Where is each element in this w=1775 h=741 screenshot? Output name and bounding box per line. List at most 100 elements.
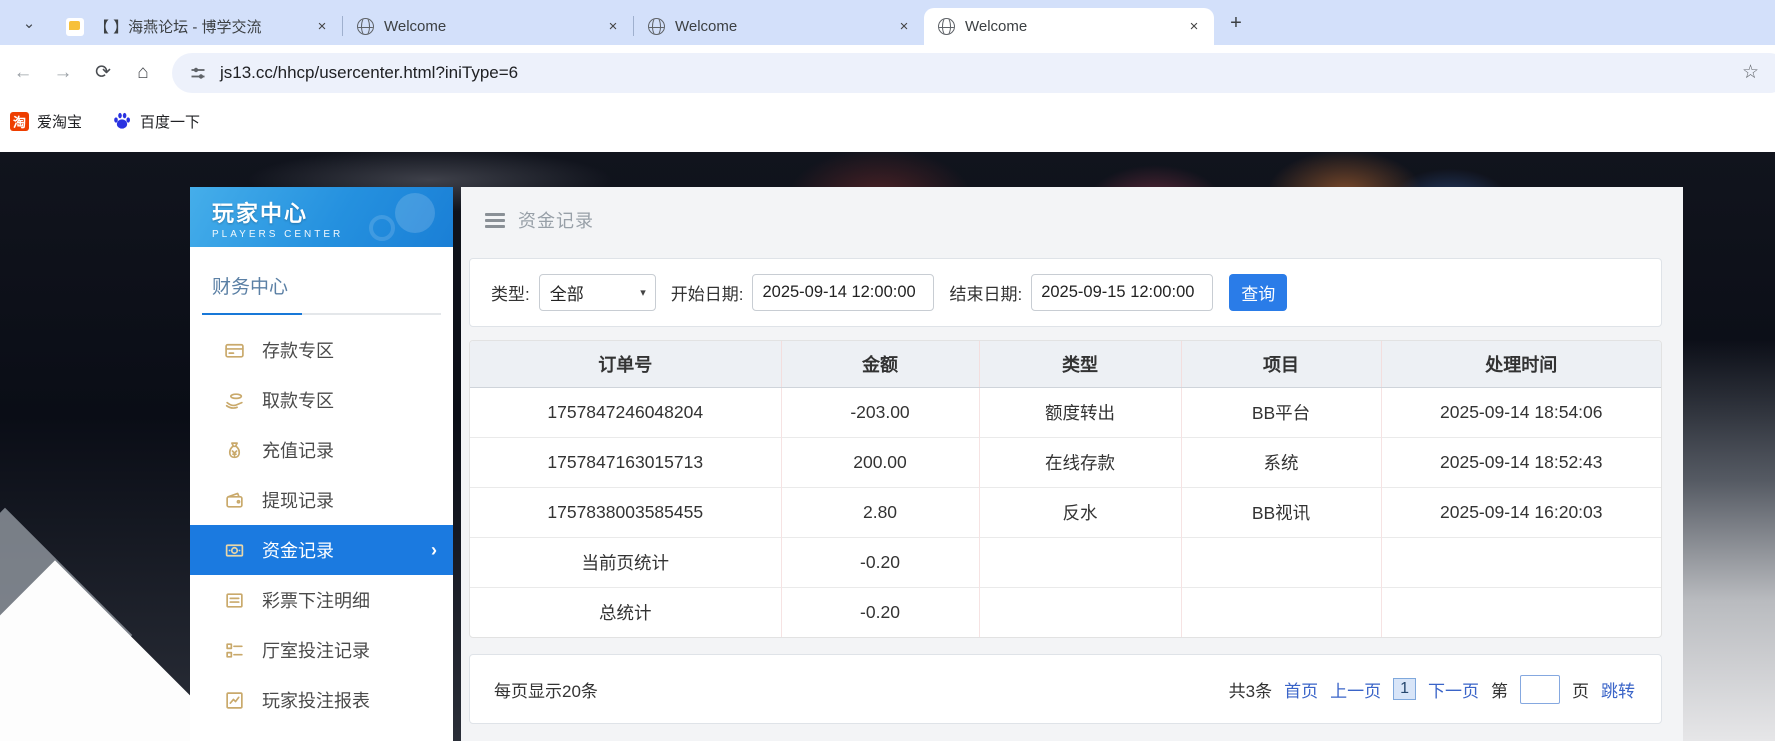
tab-welcome-1[interactable]: Welcome ×: [343, 8, 633, 45]
url-text: js13.cc/hhcp/usercenter.html?iniType=6: [220, 62, 519, 82]
current-page-badge[interactable]: 1: [1393, 678, 1416, 700]
cell-amount: -0.20: [780, 586, 979, 637]
back-arrow-icon: ←: [13, 61, 33, 83]
wallet-icon: [224, 490, 245, 511]
browser-toolbar: ← → ⟳ ⌂ js13.cc/hhcp/usercenter.html?ini…: [0, 45, 1775, 100]
tab-welcome-active[interactable]: Welcome ×: [924, 8, 1214, 45]
table-row-page-total: 当前页统计 -0.20: [470, 536, 1661, 587]
total-count-text: 共3条: [1228, 681, 1273, 701]
cell-project: 系统: [1180, 436, 1381, 487]
site-settings-icon[interactable]: [188, 63, 208, 83]
home-button[interactable]: ⌂: [126, 56, 160, 90]
cell-order-no: 1757847246048204: [470, 386, 781, 437]
bookmark-baidu[interactable]: 百度一下: [112, 108, 200, 134]
sidebar-item-label: 提现记录: [262, 491, 334, 511]
back-button[interactable]: ←: [6, 56, 40, 90]
sidebar-item-promo-apply[interactable]: 优惠申请: [190, 725, 453, 741]
forward-button[interactable]: →: [46, 56, 80, 90]
close-icon[interactable]: ×: [312, 17, 332, 37]
banner-decoration: [369, 215, 395, 241]
filter-bar: 类型: 全部 ▾ 开始日期: 结束日期: 查询: [469, 258, 1662, 327]
reload-icon: ⟳: [95, 62, 111, 83]
first-page-link[interactable]: 首页: [1284, 677, 1318, 702]
jump-link[interactable]: 跳转: [1601, 677, 1635, 702]
cell-empty: [978, 536, 1181, 587]
sidebar-item-withdraw-zone[interactable]: 取款专区: [190, 375, 453, 425]
sidebar-item-label: 取款专区: [262, 391, 334, 411]
banner-decoration: [395, 193, 435, 233]
column-header: 类型: [978, 341, 1181, 388]
close-icon[interactable]: ×: [894, 17, 914, 37]
close-icon[interactable]: ×: [1184, 17, 1204, 37]
tab-welcome-2[interactable]: Welcome ×: [634, 8, 924, 45]
background-gradient: [1683, 340, 1775, 741]
cell-empty: [1180, 586, 1381, 637]
end-date-input[interactable]: [1031, 274, 1214, 311]
bank-card-icon: [224, 340, 245, 361]
table-header-row: 订单号 金额 类型 项目 处理时间: [470, 341, 1661, 388]
column-header: 订单号: [470, 341, 781, 388]
column-header: 项目: [1180, 341, 1381, 388]
cell-order-no: 1757838003585455: [470, 486, 781, 537]
table-row: 1757838003585455 2.80 反水 BB视讯 2025-09-14…: [470, 486, 1661, 537]
sidebar-item-label: 存款专区: [262, 341, 334, 361]
prev-page-link[interactable]: 上一页: [1330, 677, 1381, 702]
page-jump-input[interactable]: [1520, 674, 1560, 704]
sidebar-item-label: 厅室投注记录: [262, 641, 370, 661]
sidebar-item-withdraw-records[interactable]: 提现记录: [190, 475, 453, 525]
chevron-down-icon: ⌄: [22, 15, 36, 32]
query-button[interactable]: 查询: [1229, 274, 1288, 311]
column-header: 金额: [780, 341, 979, 388]
tab-title: 【 】海燕论坛 - 博学交流: [94, 19, 262, 36]
home-icon: ⌂: [137, 61, 149, 83]
cell-type: 额度转出: [978, 386, 1181, 437]
type-select-value: 全部: [549, 285, 584, 304]
type-select[interactable]: 全部 ▾: [538, 274, 656, 311]
new-tab-button[interactable]: +: [1222, 9, 1250, 37]
tab-bar: ⌄ 【 】海燕论坛 - 博学交流 × Welcome × Welcome × W…: [0, 0, 1775, 45]
bookmark-star-icon[interactable]: ☆: [1742, 61, 1759, 84]
sidebar-item-deposit[interactable]: 存款专区: [190, 325, 453, 375]
forum-favicon-icon: [66, 17, 84, 36]
table-row: 1757847163015713 200.00 在线存款 系统 2025-09-…: [470, 436, 1661, 487]
sidebar-item-label: 彩票下注明细: [262, 591, 370, 611]
cash-icon: [224, 540, 245, 561]
plus-icon: +: [1230, 11, 1242, 34]
sidebar-item-fund-records[interactable]: 资金记录 ›: [190, 525, 453, 575]
jump-label-pre: 第: [1491, 681, 1508, 701]
reload-button[interactable]: ⟳: [86, 56, 120, 90]
hamburger-icon: [485, 210, 505, 231]
tab-forum[interactable]: 【 】海燕论坛 - 博学交流 ×: [52, 8, 342, 45]
chevron-right-icon: ›: [431, 539, 437, 560]
table-row-grand-total: 总统计 -0.20: [470, 586, 1661, 637]
cell-time: 2025-09-14 18:54:06: [1380, 386, 1661, 437]
next-page-link[interactable]: 下一页: [1428, 677, 1479, 702]
column-header: 处理时间: [1380, 341, 1661, 388]
cell-empty: [1180, 536, 1381, 587]
cell-amount: 2.80: [780, 486, 979, 537]
money-bag-icon: [224, 440, 245, 461]
globe-icon: [938, 18, 955, 35]
close-icon[interactable]: ×: [603, 17, 623, 37]
start-date-input[interactable]: [752, 274, 935, 311]
chevron-down-icon: ▾: [640, 287, 646, 299]
cell-type: 反水: [978, 486, 1181, 537]
cell-project: BB视讯: [1180, 486, 1381, 537]
sidebar-item-hall-bets[interactable]: 厅室投注记录: [190, 625, 453, 675]
cell-amount: 200.00: [780, 436, 979, 487]
list-items-icon: [224, 640, 245, 661]
sidebar-item-recharge[interactable]: 充值记录: [190, 425, 453, 475]
browser-window: ⌄ 【 】海燕论坛 - 博学交流 × Welcome × Welcome × W…: [0, 0, 1775, 741]
cell-empty: [978, 586, 1181, 637]
tab-search-button[interactable]: ⌄: [14, 8, 44, 38]
sidebar-item-lottery-details[interactable]: 彩票下注明细: [190, 575, 453, 625]
end-date-label: 结束日期:: [949, 285, 1023, 304]
sidebar-item-label: 资金记录: [262, 541, 334, 561]
bookmark-taobao[interactable]: 淘 爱淘宝: [10, 108, 82, 134]
cell-empty: [1380, 536, 1661, 587]
address-bar[interactable]: js13.cc/hhcp/usercenter.html?iniType=6 ☆: [172, 52, 1775, 93]
cell-label: 当前页统计: [470, 536, 781, 587]
cell-time: 2025-09-14 16:20:03: [1380, 486, 1661, 537]
sidebar-item-bet-report[interactable]: 玩家投注报表: [190, 675, 453, 725]
sidebar-item-label: 玩家投注报表: [262, 691, 370, 711]
